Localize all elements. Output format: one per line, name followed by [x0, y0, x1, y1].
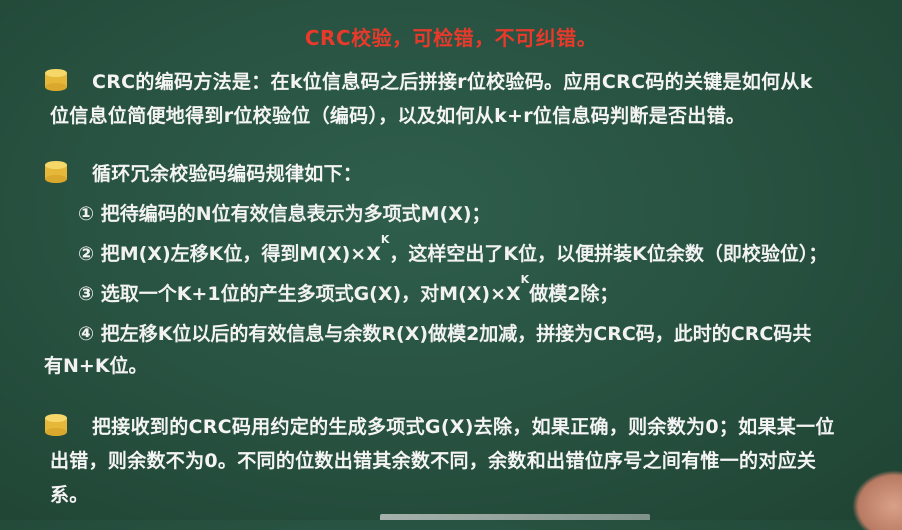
crc-method-line-2: 位信息位简便地得到r位校验位（编码），以及如何从k+r位信息码判断是否出错。: [50, 105, 746, 127]
crc-check-line-3: 系。: [50, 484, 89, 506]
rule-item-3-post: 做模2除；: [529, 283, 619, 305]
crc-check-paragraph: 把接收到的CRC码用约定的生成多项式G(X)去除，如果正确，则余数为0；如果某一…: [44, 410, 884, 512]
rule-item-3: ③ 选取一个K+1位的产生多项式G(X)，对M(X)×XK做模2除；: [78, 274, 888, 314]
encoding-rules-heading: 循环冗余校验码编码规律如下：: [44, 157, 874, 191]
encoding-rules-heading-text: 循环冗余校验码编码规律如下：: [92, 163, 363, 185]
rule-item-3-superscript: K: [520, 273, 530, 286]
encoding-rules-list: ① 把待编码的N位有效信息表示为多项式M(X)； ② 把M(X)左移K位，得到M…: [44, 194, 888, 386]
crc-method-line-1: CRC的编码方法是：在k位信息码之后拼接r位校验码。应用CRC码的关键是如何从k: [92, 71, 813, 93]
rule-item-3-pre: ③ 选取一个K+1位的产生多项式G(X)，对M(X)×X: [78, 283, 521, 305]
slide-title: CRC校验，可检错，不可纠错。: [304, 26, 598, 50]
crc-method-paragraph: CRC的编码方法是：在k位信息码之后拼接r位校验码。应用CRC码的关键是如何从k…: [44, 65, 874, 133]
crc-check-line-2: 出错，则余数不为0。不同的位数出错其余数不同，余数和出错位序号之间有惟一的对应关: [50, 450, 817, 472]
rule-item-4-line-1: ④ 把左移K位以后的有效信息与余数R(X)做模2加减，拼接为CRC码，此时的CR…: [78, 323, 812, 345]
presenter-hand: [852, 470, 902, 530]
rule-item-2: ② 把M(X)左移K位，得到M(X)×XK，这样空出了K位，以便拼装K位余数（即…: [78, 234, 888, 274]
rule-item-2-pre: ② 把M(X)左移K位，得到M(X)×X: [78, 243, 381, 265]
rule-item-1: ① 把待编码的N位有效信息表示为多项式M(X)；: [78, 203, 491, 225]
rule-item-2-post: ，这样空出了K位，以便拼装K位余数（即校验位）；: [389, 243, 828, 265]
crc-check-line-1: 把接收到的CRC码用约定的生成多项式G(X)去除，如果正确，则余数为0；如果某一…: [92, 416, 835, 438]
bottom-edge-strip: [380, 514, 650, 520]
